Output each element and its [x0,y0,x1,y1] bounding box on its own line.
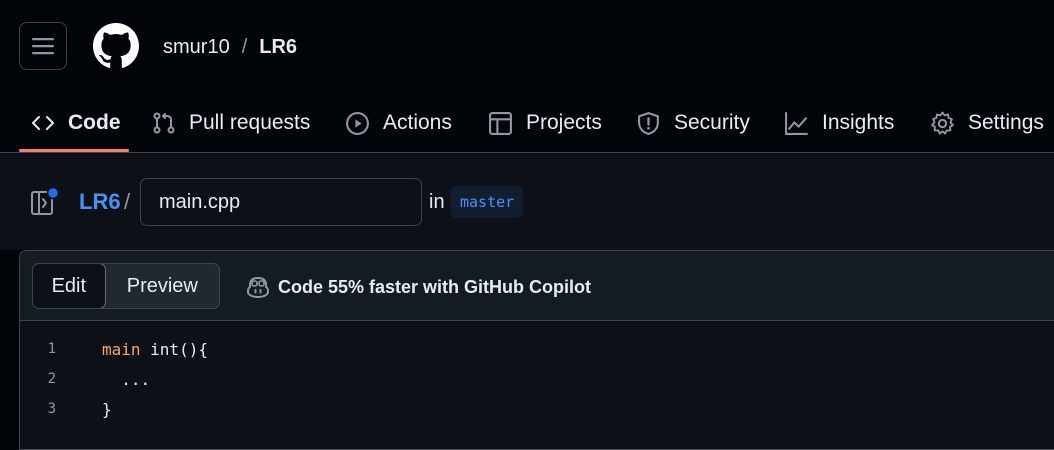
tab-label: Actions [383,111,452,134]
code-editor: Edit Preview Code 55% faster with GitHub… [19,250,1054,450]
tab-code[interactable]: Code [31,94,121,152]
breadcrumb: smur10 / LR6 [163,33,297,61]
line-number: 1 [47,341,56,357]
owner-link[interactable]: smur10 [163,36,230,59]
global-header: smur10 / LR6 [0,0,1054,94]
copilot-text: Code 55% faster with GitHub Copilot [278,276,592,297]
source-token: } [102,399,112,419]
code-icon [32,116,54,130]
line-number: 2 [47,371,56,387]
tab-label: Security [674,111,750,134]
git-pull-request-icon [153,112,175,134]
play-icon [346,111,369,135]
code-line: 2 ... [20,364,1054,394]
copilot-icon [247,277,269,298]
sidebar-expand-icon[interactable] [29,186,61,218]
source-token: ... [102,369,151,389]
line-source: } [102,400,112,419]
repo-link[interactable]: LR6 [259,36,297,59]
line-number: 3 [47,401,56,417]
path-repo-link[interactable]: LR6 [79,189,121,215]
graph-icon [785,111,808,135]
code-line: 1 main int(){ [20,334,1054,364]
tab-label: Projects [526,111,602,134]
repo-nav: Code Pull requests Actions Projects Secu… [0,94,1054,153]
tab-label: Settings [968,111,1044,134]
tab-security[interactable]: Security [636,94,750,152]
keyword-token: main [102,339,141,359]
menu-button[interactable] [19,22,67,70]
tab-label: Code [68,111,121,134]
table-icon [489,111,512,135]
tab-insights[interactable]: Insights [784,94,894,152]
hamburger-icon [32,38,54,55]
preview-tab-button[interactable]: Preview [106,264,219,308]
edit-tab-button[interactable]: Edit [33,264,106,308]
tab-actions[interactable]: Actions [345,94,452,152]
tab-projects[interactable]: Projects [488,94,602,152]
in-label: in [429,191,445,213]
edit-preview-toggle: Edit Preview [32,263,220,309]
tab-label: Pull requests [189,111,311,134]
github-logo-icon[interactable] [93,23,139,69]
code-line: 3 } [20,394,1054,424]
line-source: ... [102,370,150,389]
gear-icon [931,111,954,134]
tab-settings[interactable]: Settings [930,94,1044,152]
shield-icon [638,111,659,135]
path-separator: / [124,189,131,214]
breadcrumb-separator: / [241,35,248,58]
tab-pull-requests[interactable]: Pull requests [152,94,310,152]
source-token: int(){ [140,339,208,359]
filename-input[interactable] [140,178,422,226]
branch-badge: master [451,186,524,218]
tab-label: Insights [822,111,895,134]
editor-toolbar: Edit Preview Code 55% faster with GitHub… [20,251,1054,321]
copilot-promo[interactable]: Code 55% faster with GitHub Copilot [246,274,591,300]
line-source: main int(){ [102,340,208,359]
selected-tab-indicator [19,149,129,152]
